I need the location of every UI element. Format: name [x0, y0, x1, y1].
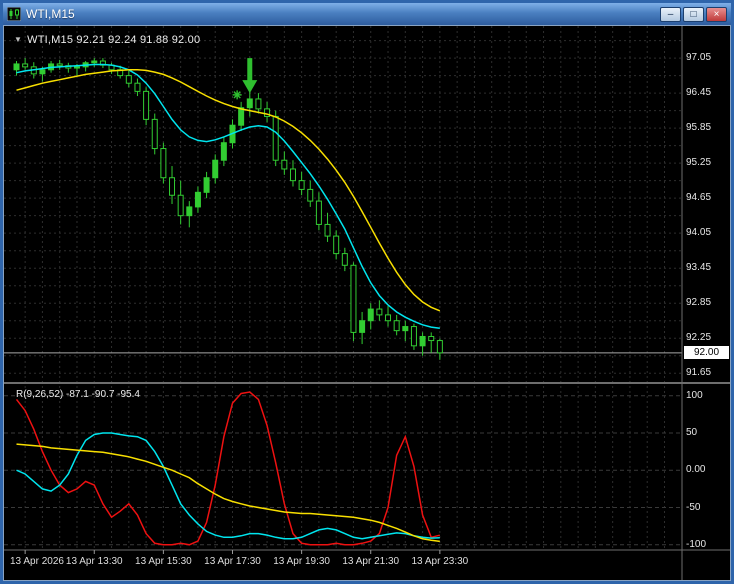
candle-body [22, 63, 29, 68]
time-axis-label: 13 Apr 13:30 [65, 556, 123, 567]
titlebar[interactable]: WTI,M15 – □ × [3, 3, 731, 25]
candle-body [315, 200, 322, 225]
minimize-button[interactable]: – [660, 6, 681, 22]
candle-body [298, 180, 305, 190]
candle-body [436, 340, 443, 354]
price-axis-label: 92.85 [686, 297, 712, 309]
symbol-ohlc-label: ▼ WTI,M15 92.21 92.24 91.88 92.00 [14, 34, 200, 46]
indicator-axis-label: 50 [686, 426, 698, 438]
chart-window: WTI,M15 – □ × ▼ WTI,M15 92.21 92.24 91.88… [0, 0, 734, 584]
candle-body [151, 118, 158, 150]
price-axis-label: 96.45 [686, 87, 712, 99]
candle-body [393, 320, 400, 332]
candle-body [238, 107, 245, 126]
candle-body [143, 90, 150, 120]
indicator-axis-label: 0.00 [686, 464, 706, 476]
candle-body [169, 177, 176, 196]
window-controls: – □ × [660, 6, 727, 22]
ma-slow-line [16, 69, 441, 312]
time-axis-label: 13 Apr 19:30 [273, 556, 330, 567]
candle-body [91, 60, 98, 64]
chart-dropdown-icon[interactable]: ▼ [14, 35, 22, 44]
candle-body [341, 253, 348, 266]
price-axis-label: 92.25 [686, 332, 712, 344]
candle-body [307, 188, 314, 202]
candle-body [410, 326, 417, 347]
candle-body [160, 148, 167, 179]
oscillator-lines [15, 391, 441, 546]
candle-body [39, 69, 46, 75]
candle-body [324, 223, 331, 237]
chart-client-area: ▼ WTI,M15 92.21 92.24 91.88 92.00 R(9,26,… [4, 26, 730, 580]
candle-body [385, 314, 392, 322]
candle-body [402, 326, 409, 332]
chart-icon [7, 7, 21, 21]
indicator-axis-label: -100 [686, 538, 707, 550]
candle-body [212, 159, 219, 179]
time-axis-label: 13 Apr 17:30 [204, 556, 261, 567]
candle-body [56, 63, 63, 67]
candle-body [134, 82, 141, 92]
price-axis-label: 95.25 [686, 157, 712, 169]
candle-body [177, 194, 184, 217]
candle-body [203, 177, 210, 193]
indicator-axis-label: -50 [686, 501, 701, 513]
time-axis-label: 13 Apr 15:30 [135, 556, 192, 567]
ma-fast-line [16, 63, 440, 330]
pane-separator[interactable] [4, 382, 730, 384]
window-title: WTI,M15 [26, 7, 75, 21]
price-axis-label: 93.45 [686, 262, 712, 274]
ma-overlays [16, 63, 441, 330]
candle-body [289, 168, 296, 182]
candle-body [186, 206, 193, 217]
indicator-axis-label: 100 [686, 389, 703, 401]
candle-body [272, 115, 279, 161]
price-axis-label: 95.85 [686, 122, 712, 134]
candle-body [13, 63, 20, 71]
candle-body [359, 320, 366, 333]
chart-canvas[interactable] [4, 26, 730, 580]
price-axis-label: 94.05 [686, 227, 712, 239]
time-axis-label: 13 Apr 21:30 [342, 556, 400, 567]
candle-body [255, 98, 262, 110]
symbol-ohlc-text: WTI,M15 92.21 92.24 91.88 92.00 [27, 34, 201, 46]
indicator-label: R(9,26,52) -87.1 -90.7 -95.4 [16, 389, 140, 400]
candle-body [376, 308, 383, 316]
price-axis-label: 97.05 [686, 52, 712, 64]
candle-body [194, 191, 201, 208]
candle-body [333, 235, 340, 255]
grid [4, 26, 682, 550]
time-axis-label: 13 Apr 23:30 [411, 556, 469, 567]
price-axis-label: 94.65 [686, 192, 712, 204]
candle-body [125, 75, 132, 84]
r-slow-line [16, 443, 440, 543]
candle-body [367, 308, 374, 322]
maximize-button[interactable]: □ [683, 6, 704, 22]
candle-body [428, 335, 435, 342]
candles [13, 58, 443, 360]
current-price-tag: 92.00 [684, 345, 729, 359]
candle-body [281, 159, 288, 170]
candle-body [419, 335, 426, 347]
candle-body [350, 264, 357, 333]
candle-body [246, 98, 253, 109]
candle-body [220, 142, 227, 161]
candle-body [73, 66, 80, 69]
price-axis-label: 91.65 [686, 367, 712, 379]
close-button[interactable]: × [706, 6, 727, 22]
